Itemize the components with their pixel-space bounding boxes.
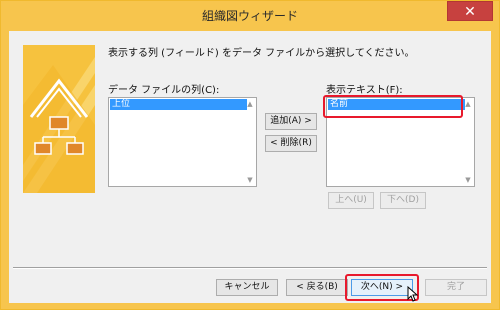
window-title: 組織図ウィザード: [201, 9, 298, 23]
source-column-list[interactable]: 上位 ▲ ▼: [108, 97, 257, 187]
add-button[interactable]: 追加(A) >: [265, 113, 317, 130]
move-down-button[interactable]: 下へ(D): [380, 192, 426, 209]
finish-button[interactable]: 完了: [425, 279, 487, 296]
scroll-down-icon[interactable]: ▼: [246, 176, 254, 184]
org-chart-illustration-icon: [23, 45, 95, 193]
title-bar[interactable]: 組織図ウィザード ✕: [1, 1, 499, 31]
scroll-down-icon[interactable]: ▼: [464, 176, 472, 184]
cancel-button[interactable]: キャンセル: [216, 279, 278, 296]
target-item-highlight: [323, 95, 463, 118]
footer-divider: [13, 267, 487, 269]
scroll-up-icon[interactable]: ▲: [464, 100, 472, 108]
instruction-text: 表示する列 (フィールド) をデータ ファイルから選択してください。: [108, 48, 415, 59]
wizard-window: 組織図ウィザード ✕ 表示する列 (フィールド) をデータ ファイルから選択して…: [0, 0, 500, 310]
list-item[interactable]: 上位: [110, 99, 247, 110]
target-list-label: 表示テキスト(F):: [326, 85, 403, 96]
source-list-label: データ ファイルの列(C):: [108, 85, 220, 96]
back-button[interactable]: < 戻る(B): [286, 279, 348, 296]
close-icon: ✕: [464, 4, 476, 20]
list-item-label: 上位: [112, 99, 131, 109]
remove-button[interactable]: < 削除(R): [265, 135, 317, 152]
move-up-button[interactable]: 上へ(U): [328, 192, 374, 209]
wizard-body: 表示する列 (フィールド) をデータ ファイルから選択してください。 データ フ…: [9, 31, 491, 303]
close-button[interactable]: ✕: [447, 1, 493, 21]
scroll-up-icon[interactable]: ▲: [246, 100, 254, 108]
mouse-cursor-icon: [407, 286, 419, 302]
